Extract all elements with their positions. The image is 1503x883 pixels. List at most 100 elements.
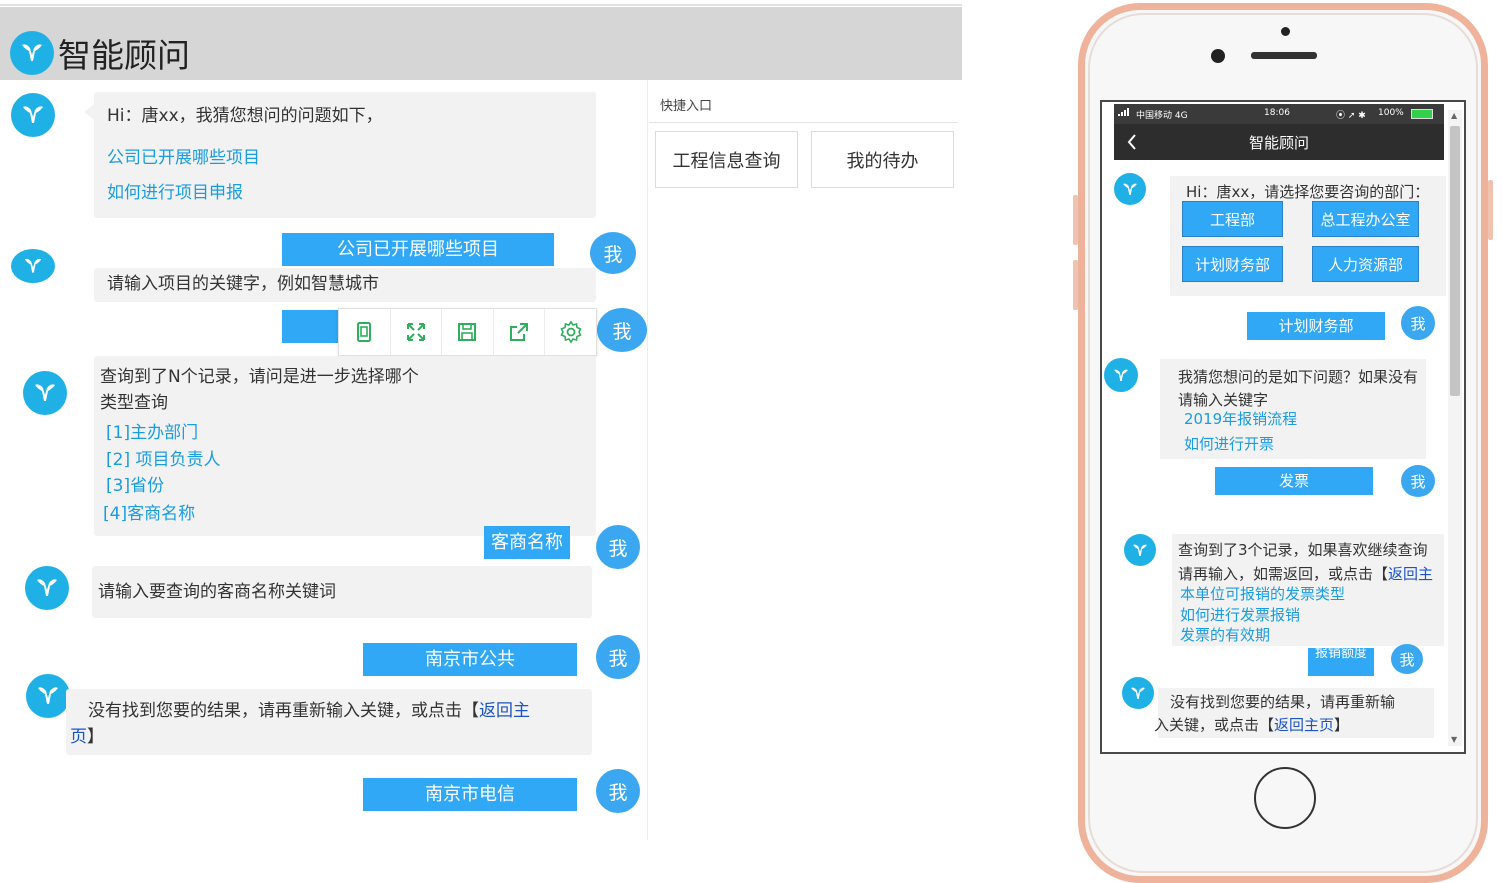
bot-text: 请输入项目的关键字，例如智慧城市 — [107, 274, 379, 294]
suggested-question-link[interactable]: 如何进行发票报销 — [1180, 605, 1300, 626]
user-avatar: 我 — [1401, 306, 1435, 340]
phone-status-bar: 中国移动 4G 18:06 ⦿ ➚ ✱ 100% — [1114, 104, 1444, 124]
user-message: 客商名称 — [484, 526, 570, 559]
volume-down-button — [1073, 260, 1078, 310]
quick-entry-todo-button[interactable]: 我的待办 — [811, 131, 954, 188]
user-message: 南京市电信 — [363, 778, 577, 811]
suggested-question-link[interactable]: 发票的有效期 — [1180, 625, 1270, 646]
return-home-link[interactable]: 返回主 — [479, 701, 530, 721]
bot-avatar-icon — [1124, 534, 1156, 566]
bracket-close: 】 — [87, 727, 104, 747]
user-avatar: 我 — [1401, 465, 1435, 497]
bot-text-line: 没有找到您要的结果，请再重新输入关键，或点击【返回主 — [88, 698, 530, 724]
phone-bot-message: 没有找到您要的结果，请再重新输 入关键，或点击【返回主页】 — [1154, 688, 1434, 738]
bot-avatar-icon — [11, 93, 55, 137]
scroll-up-icon[interactable]: ▲ — [1451, 111, 1457, 120]
department-button[interactable]: 工程部 — [1182, 201, 1283, 237]
home-button[interactable] — [1254, 767, 1316, 829]
option-link[interactable]: [2] 项目负责人 — [106, 447, 220, 473]
bot-text-line: 入关键，或点击【返回主页】 — [1154, 715, 1349, 736]
bot-text: 入关键，或点击【 — [1154, 716, 1275, 734]
bot-avatar-icon — [26, 674, 70, 718]
phone-bot-message: 我猜您想问的是如下问题？如果没有 请输入关键字 2019年报销流程 如何进行开票 — [1160, 359, 1426, 459]
bot-avatar-icon — [1104, 358, 1138, 392]
signal-icon — [1118, 108, 1130, 119]
user-message: 发票 — [1215, 467, 1373, 495]
bot-avatar-icon — [1114, 173, 1146, 205]
bot-text: 查询到了3个记录，如果喜欢继续查询 — [1178, 541, 1428, 559]
speaker-grille — [1251, 52, 1317, 59]
user-avatar: 我 — [1391, 644, 1423, 674]
status-icons: ⦿ ➚ ✱ — [1336, 111, 1366, 121]
return-home-link[interactable]: 返回主 — [1388, 565, 1433, 583]
bot-text: 请输入关键字 — [1178, 391, 1269, 409]
return-home-link[interactable]: 返回主页 — [1274, 716, 1334, 734]
tablet-icon[interactable] — [339, 309, 391, 355]
suggested-question-link[interactable]: 公司已开展哪些项目 — [107, 145, 260, 171]
user-message: 南京市公共 — [363, 643, 577, 676]
suggested-question-link[interactable]: 本单位可报销的发票类型 — [1180, 584, 1345, 605]
phone-scrollbar-thumb[interactable] — [1450, 126, 1460, 396]
option-link[interactable]: [1]主办部门 — [106, 420, 198, 446]
bot-text: 类型查询 — [100, 393, 168, 413]
bot-message: 请输入要查询的客商名称关键词 — [92, 566, 592, 618]
return-home-link[interactable]: 页 — [70, 727, 87, 747]
bot-text: 请输入要查询的客商名称关键词 — [98, 582, 336, 602]
user-message: 报销额度 — [1308, 648, 1374, 676]
battery-percentage: 100% — [1378, 108, 1404, 118]
bot-text: 没有找到您要的结果，请再重新输 — [1170, 693, 1396, 711]
settings-icon[interactable] — [545, 309, 596, 355]
bracket-close: 】 — [1334, 716, 1350, 734]
desktop-chat-window: 智能顾问 Hi：唐xx，我猜您想问的问题如下， 公司已开展哪些项目 如何进行项目… — [0, 0, 962, 853]
panel-divider — [647, 80, 648, 840]
phone-nav-title: 智能顾问 — [1248, 134, 1309, 152]
option-link[interactable]: [4]客商名称 — [103, 501, 195, 527]
bot-text-line: 页】 — [70, 724, 104, 750]
bot-message: 请输入项目的关键字，例如智慧城市 — [94, 268, 596, 302]
bot-text-line: 请再输入，如需返回，或点击【返回主 — [1178, 564, 1454, 585]
user-message: 公司已开展哪些项目 — [282, 233, 554, 266]
app-title: 智能顾问 — [58, 36, 190, 75]
option-link[interactable]: [3]省份 — [106, 473, 164, 499]
user-avatar: 我 — [596, 635, 640, 679]
phone-bot-message: 查询到了3个记录，如果喜欢继续查询 请再输入，如需返回，或点击【返回主 本单位可… — [1172, 534, 1444, 646]
quick-entry-title: 快捷入口 — [660, 99, 713, 114]
floating-toolbar — [338, 308, 597, 356]
bot-greeting: Hi：唐xx，我猜您想问的问题如下， — [107, 106, 383, 126]
bot-text: Hi：唐xx，请选择您要咨询的部门： — [1186, 183, 1430, 201]
bot-text: 查询到了N个记录，请问是进一步选择哪个 — [100, 367, 419, 387]
front-camera-icon — [1281, 27, 1290, 36]
user-avatar: 我 — [596, 525, 640, 569]
carrier-label: 中国移动 4G — [1136, 111, 1188, 121]
bot-avatar-icon — [11, 249, 55, 283]
bot-text: 没有找到您要的结果，请再重新输入关键，或点击【 — [88, 701, 479, 721]
bot-avatar-icon — [1122, 677, 1154, 709]
share-icon[interactable] — [494, 309, 546, 355]
department-button[interactable]: 总工程办公室 — [1312, 201, 1419, 237]
app-logo-icon — [10, 31, 54, 75]
scroll-down-icon[interactable]: ▼ — [1451, 735, 1457, 744]
phone-nav-bar: 智能顾问 — [1114, 124, 1444, 160]
bot-avatar-icon — [25, 566, 69, 610]
save-icon[interactable] — [442, 309, 494, 355]
bot-message: 查询到了N个记录，请问是进一步选择哪个 类型查询 [1]主办部门 [2] 项目负… — [94, 356, 596, 536]
power-button — [1488, 180, 1493, 240]
suggested-question-link[interactable]: 如何进行项目申报 — [107, 180, 243, 206]
sensor-icon — [1211, 49, 1225, 63]
bot-message: 没有找到您要的结果，请再重新输入关键，或点击【返回主 页】 — [66, 689, 592, 755]
bot-text: 我猜您想问的是如下问题？如果没有 — [1178, 368, 1419, 386]
bot-text: 请再输入，如需返回，或点击【 — [1178, 565, 1389, 583]
quick-entry-project-info-button[interactable]: 工程信息查询 — [655, 131, 798, 188]
suggested-question-link[interactable]: 如何进行开票 — [1184, 434, 1274, 455]
bot-message: Hi：唐xx，我猜您想问的问题如下， 公司已开展哪些项目 如何进行项目申报 — [84, 92, 596, 218]
user-message: 计划财务部 — [1247, 312, 1385, 340]
suggested-question-link[interactable]: 2019年报销流程 — [1184, 409, 1297, 430]
user-avatar: 我 — [596, 769, 640, 813]
volume-up-button — [1073, 195, 1078, 245]
department-button[interactable]: 计划财务部 — [1182, 246, 1283, 282]
fullscreen-icon[interactable] — [391, 309, 443, 355]
department-button[interactable]: 人力资源部 — [1312, 246, 1419, 282]
battery-icon — [1411, 109, 1433, 119]
bot-avatar-icon — [23, 371, 67, 415]
user-avatar: 我 — [597, 308, 647, 352]
